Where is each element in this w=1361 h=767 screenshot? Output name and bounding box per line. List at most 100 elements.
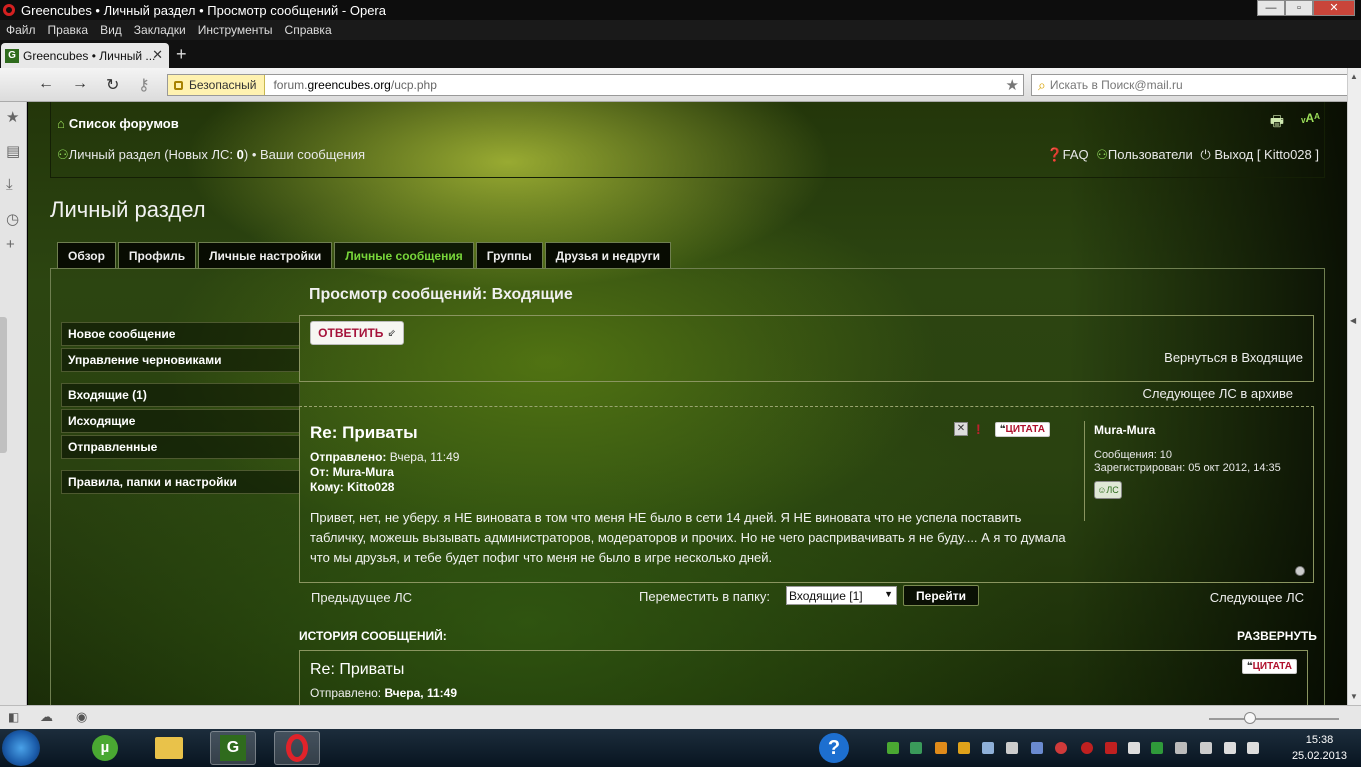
scroll-thumb-icon[interactable]: ◀ <box>1350 316 1356 325</box>
menu-edit[interactable]: Правка <box>42 23 95 37</box>
network-icon[interactable] <box>1224 742 1236 754</box>
menu-drafts[interactable]: Управление черновиками <box>61 348 300 372</box>
reload-icon[interactable]: ↻ <box>106 75 119 95</box>
faq-link[interactable]: FAQ <box>1063 147 1089 162</box>
breadcrumb-ucp-link[interactable]: Личный раздел (Новых ЛС: 0) <box>69 147 249 162</box>
send-pm-button[interactable]: ☺ ЛС <box>1094 481 1122 499</box>
menu-outbox[interactable]: Исходящие <box>61 409 300 433</box>
quote-button[interactable]: ❝ЦИТАТА <box>994 421 1050 437</box>
tray-app-icon[interactable] <box>1105 742 1117 754</box>
url-field[interactable]: Безопасный forum.greencubes.org/ucp.php … <box>167 74 1024 96</box>
volume-icon[interactable] <box>1247 742 1259 754</box>
logout-link[interactable]: Выход [ Kitto028 ] <box>1214 147 1319 162</box>
message-to[interactable]: Kitto028 <box>347 480 394 494</box>
report-icon[interactable]: ! <box>976 421 981 437</box>
menu-bookmarks[interactable]: Закладки <box>128 23 192 37</box>
menu-help[interactable]: Справка <box>279 23 338 37</box>
tray-app-icon[interactable] <box>1151 742 1163 754</box>
utorrent-taskbar-icon[interactable]: µ <box>82 731 128 765</box>
go-button[interactable]: Перейти <box>903 585 979 606</box>
forward-icon[interactable]: → <box>72 75 88 93</box>
scroll-up-icon[interactable]: ▲ <box>1350 72 1358 81</box>
tab-private-messages[interactable]: Личные сообщения <box>334 242 474 268</box>
taskbar-clock[interactable]: 15:38 25.02.2013 <box>1292 732 1347 764</box>
menu-file[interactable]: Файл <box>0 23 42 37</box>
page-scrollbar[interactable]: ▲ ◀ ▼ <box>1347 68 1361 705</box>
menu-view[interactable]: Вид <box>94 23 128 37</box>
panel-resize-handle[interactable] <box>0 317 7 453</box>
menu-sent[interactable]: Отправленные <box>61 435 300 459</box>
move-to-folder-label: Переместить в папку: <box>639 589 771 604</box>
cloud-icon[interactable]: ☁ <box>40 709 53 725</box>
greencubes-taskbar-icon[interactable]: G <box>210 731 256 765</box>
history-item-meta: Отправлено: Вчера, 11:49 <box>310 686 457 700</box>
message-from[interactable]: Mura-Mura <box>333 465 394 479</box>
help-taskbar-icon[interactable]: ? <box>811 731 857 765</box>
speed-dial-icon[interactable]: ◉ <box>76 709 87 725</box>
tab-profile[interactable]: Профиль <box>117 242 197 268</box>
menubar: Файл Правка Вид Закладки Инструменты Спр… <box>0 20 1361 40</box>
previous-pm-link[interactable]: Предыдущее ЛС <box>311 590 412 605</box>
explorer-taskbar-icon[interactable] <box>146 731 192 765</box>
panel-toggle-icon[interactable]: ◧ <box>8 710 19 724</box>
history-quote-button[interactable]: ❝ЦИТАТА <box>1241 659 1297 674</box>
downloads-icon[interactable]: ⤓ <box>6 176 13 193</box>
back-to-top-icon[interactable] <box>1295 566 1305 576</box>
tray-app-icon[interactable] <box>982 742 994 754</box>
maximize-button[interactable]: ▫ <box>1285 0 1313 16</box>
tray-app-icon[interactable] <box>1175 742 1187 754</box>
tray-utorrent-icon[interactable] <box>887 742 899 754</box>
tab-friends-foes[interactable]: Друзья и недруги <box>544 242 672 268</box>
tray-app-icon[interactable] <box>1200 742 1212 754</box>
history-icon[interactable]: ◷ <box>6 210 19 228</box>
menu-new-message[interactable]: Новое сообщение <box>61 322 300 346</box>
back-icon[interactable]: ← <box>38 75 54 93</box>
scroll-down-icon[interactable]: ▼ <box>1350 692 1358 701</box>
start-button[interactable] <box>2 730 40 766</box>
menu-inbox[interactable]: Входящие (1) <box>61 383 300 407</box>
action-center-icon[interactable] <box>1128 742 1140 754</box>
tray-app-icon[interactable] <box>1006 742 1018 754</box>
tab-preferences[interactable]: Личные настройки <box>198 242 333 268</box>
tab-close-icon[interactable]: ✕ <box>152 47 163 63</box>
minimize-button[interactable]: — <box>1257 0 1285 16</box>
menu-tools[interactable]: Инструменты <box>192 23 279 37</box>
search-input[interactable]: ⌕ Искать в Поиск@mail.ru <box>1031 74 1353 96</box>
next-in-archive-link[interactable]: Следующее ЛС в архиве <box>1143 386 1294 401</box>
tray-app-icon[interactable] <box>1081 742 1093 754</box>
print-icon[interactable]: 🖶 <box>1270 111 1284 136</box>
folder-select[interactable]: Входящие [1] ▼ <box>786 586 897 605</box>
zoom-slider-handle[interactable] <box>1244 712 1256 724</box>
back-to-inbox-link[interactable]: Вернуться в Входящие <box>1164 350 1303 365</box>
font-size-icon[interactable]: ᵥAᴬ <box>1301 111 1320 125</box>
zoom-slider[interactable] <box>1209 718 1339 720</box>
menu-rules-folders[interactable]: Правила, папки и настройки <box>61 470 300 494</box>
opera-taskbar-icon[interactable] <box>274 731 320 765</box>
delete-icon[interactable]: ✕ <box>954 422 968 436</box>
add-panel-icon[interactable]: + <box>6 236 15 253</box>
members-link[interactable]: Пользователи <box>1108 147 1193 162</box>
expand-history-link[interactable]: РАЗВЕРНУТЬ <box>1237 629 1317 643</box>
tab-groups[interactable]: Группы <box>475 242 543 268</box>
reply-button[interactable]: ОТВЕТИТЬ ⇙ <box>310 321 404 345</box>
security-badge[interactable]: Безопасный <box>168 75 266 95</box>
bookmarks-icon[interactable]: ★ <box>6 108 19 126</box>
tab-overview[interactable]: Обзор <box>57 242 116 268</box>
breadcrumb-messages-link[interactable]: Ваши сообщения <box>260 147 365 162</box>
tray-app-icon[interactable] <box>958 742 970 754</box>
close-window-button[interactable]: ✕ <box>1313 0 1355 16</box>
bluetooth-icon[interactable] <box>1031 742 1043 754</box>
bookmark-star-icon[interactable]: ★ <box>1006 76 1019 94</box>
key-icon[interactable]: ⚷ <box>138 75 150 95</box>
tray-app-icon[interactable] <box>1055 742 1067 754</box>
new-tab-button[interactable]: + <box>176 44 187 65</box>
tray-app-icon[interactable] <box>910 742 922 754</box>
forums-list-link[interactable]: ⌂ Список форумов <box>57 116 179 131</box>
author-name[interactable]: Mura-Mura <box>1094 423 1304 437</box>
tray-app-icon[interactable] <box>935 742 947 754</box>
next-pm-link[interactable]: Следующее ЛС <box>1210 590 1304 605</box>
notes-icon[interactable]: ▤ <box>6 142 20 160</box>
user-icon: ☺ <box>1097 485 1107 495</box>
browser-tab[interactable]: G Greencubes • Личный ... ✕ <box>1 43 169 68</box>
search-engine-icon[interactable]: ⌕ <box>1038 77 1046 94</box>
